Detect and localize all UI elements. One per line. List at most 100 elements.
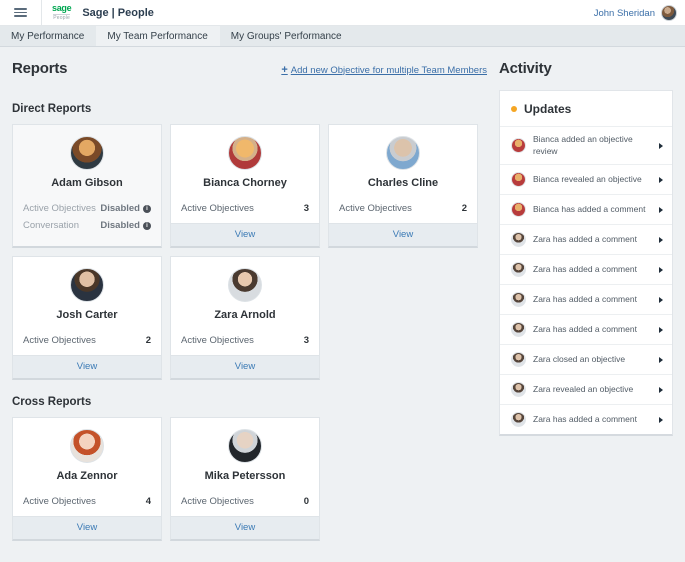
report-card-name: Bianca Chorney [181,177,309,189]
activity-item[interactable]: Zara has added a comment [500,404,672,434]
report-card-row: Active Objectives 2 [23,332,151,349]
report-card-grid: Adam GibsonActive ObjectivesDisablediCon… [12,124,487,380]
logo-people-text: People [53,14,70,21]
chevron-right-icon[interactable] [659,327,663,333]
report-card[interactable]: Mika PeterssonActive Objectives0View [170,417,320,541]
report-card[interactable]: Adam GibsonActive ObjectivesDisablediCon… [12,124,162,248]
report-card-body: Ada ZennorActive Objectives4 [13,418,161,516]
activity-item[interactable]: Bianca has added a comment [500,194,672,224]
report-card-name: Josh Carter [23,309,151,321]
info-icon[interactable]: i [143,222,151,230]
report-card-row-value: 0 [304,496,309,507]
logo-sage-text: sage [52,4,71,13]
report-card-grid: Ada ZennorActive Objectives4ViewMika Pet… [12,417,487,541]
avatar [228,268,262,302]
report-card-row-value: Disabledi [100,220,151,231]
view-button[interactable]: View [13,355,161,378]
report-card[interactable]: Josh Carter Active Objectives 2 View [12,256,162,380]
view-button[interactable]: View [13,516,161,539]
view-button[interactable]: View [171,516,319,539]
user-avatar-icon[interactable] [661,5,677,21]
avatar [386,136,420,170]
report-card-row-label: Active Objectives [23,496,96,507]
activity-item[interactable]: Zara has added a comment [500,224,672,254]
chevron-right-icon[interactable] [659,177,663,183]
avatar [70,136,104,170]
activity-title: Activity [499,60,673,77]
tab-my-groups-performance[interactable]: My Groups' Performance [220,26,354,46]
report-card-row: Active Objectives0 [181,493,309,510]
activity-item[interactable]: Zara has added a comment [500,314,672,344]
activity-item[interactable]: Zara closed an objective [500,344,672,374]
activity-item[interactable]: Zara has added a comment [500,254,672,284]
chevron-right-icon[interactable] [659,417,663,423]
report-card-row-label: Active Objectives [181,203,254,214]
avatar [511,202,526,217]
avatar [511,382,526,397]
report-card[interactable]: Ada ZennorActive Objectives4View [12,417,162,541]
avatar [511,352,526,367]
chevron-right-icon[interactable] [659,297,663,303]
report-card-row-value: 3 [304,203,309,214]
view-button[interactable]: View [171,355,319,378]
report-card-row-label: Active Objectives [23,203,96,214]
report-card-name: Charles Cline [339,177,467,189]
report-card-row: Active Objectives 3 [181,332,309,349]
report-card-row-value: 3 [304,335,309,346]
report-card-row-label: Active Objectives [23,335,96,346]
chevron-right-icon[interactable] [659,207,663,213]
report-card-row: Conversation Disabledi [23,217,151,234]
report-card-row-number: Disabled [100,220,140,231]
updates-label: Updates [524,102,571,116]
report-card[interactable]: Zara Arnold Active Objectives 3 View [170,256,320,380]
avatar [70,429,104,463]
report-card-row-value: 2 [146,335,151,346]
add-objective-link[interactable]: + Add new Objective for multiple Team Me… [281,64,487,76]
chevron-right-icon[interactable] [659,387,663,393]
avatar [511,232,526,247]
chevron-right-icon[interactable] [659,237,663,243]
report-card[interactable]: Bianca Chorney Active Objectives 3 View [170,124,320,248]
section-title: Direct Reports [12,103,487,115]
report-card-row-number: 3 [304,335,309,346]
report-card-body: Josh Carter Active Objectives 2 [13,257,161,355]
activity-item[interactable]: Bianca added an objective review [500,126,672,164]
chevron-right-icon[interactable] [659,143,663,149]
updates-header: Updates [500,91,672,126]
report-card-row-label: Conversation [23,220,79,231]
page-title: Reports [12,60,67,77]
activity-item[interactable]: Zara revealed an objective [500,374,672,404]
activity-item-text: Zara closed an objective [533,354,652,366]
avatar [511,412,526,427]
activity-item-text: Zara has added a comment [533,234,652,246]
report-card-row-number: 3 [304,203,309,214]
report-card-row-number: 0 [304,496,309,507]
avatar [511,262,526,277]
section-title: Cross Reports [12,396,487,408]
status-dot-icon [511,106,517,112]
view-button[interactable]: View [171,223,319,246]
tab-my-performance[interactable]: My Performance [0,26,96,46]
user-menu[interactable]: John Sheridan [594,0,677,26]
info-icon[interactable]: i [143,205,151,213]
activity-item[interactable]: Bianca revealed an objective [500,164,672,194]
view-button[interactable]: View [329,223,477,246]
report-card-name: Zara Arnold [181,309,309,321]
hamburger-menu-icon[interactable] [0,0,42,26]
report-card-name: Ada Zennor [23,470,151,482]
activity-item-text: Bianca has added a comment [533,204,652,216]
report-card-body: Charles ClineActive Objectives2 [329,125,477,223]
report-card[interactable]: Charles ClineActive Objectives2View [328,124,478,248]
report-card-row-label: Active Objectives [181,335,254,346]
chevron-right-icon[interactable] [659,267,663,273]
avatar [228,429,262,463]
tab-my-team-performance[interactable]: My Team Performance [96,26,219,46]
report-card-row-number: Disabled [100,203,140,214]
sage-people-logo: sage People [52,4,71,21]
chevron-right-icon[interactable] [659,357,663,363]
top-bar: sage People Sage | People John Sheridan [0,0,685,26]
report-card-row: Active Objectives 3 [181,200,309,217]
activity-item[interactable]: Zara has added a comment [500,284,672,314]
activity-column: Activity Updates Bianca added an objecti… [499,60,673,562]
report-card-name: Adam Gibson [23,177,151,189]
